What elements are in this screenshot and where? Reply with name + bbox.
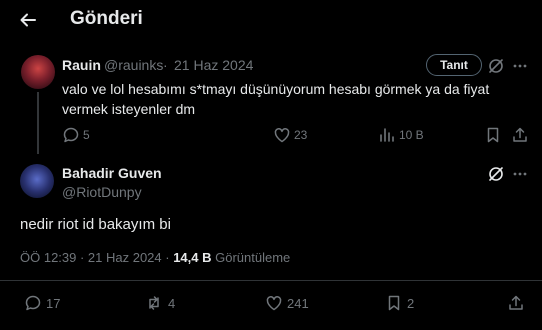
like-icon[interactable] — [265, 294, 283, 312]
views-count: 10 B — [399, 128, 424, 142]
post-text-line-1: valo ve lol hesabımı s*tmayı düşünüyorum… — [62, 81, 490, 97]
page-title: Gönderi — [70, 8, 143, 29]
back-arrow-icon[interactable] — [18, 10, 38, 30]
author-handle[interactable]: @rauinks — [104, 57, 163, 73]
thread-connector-line — [37, 92, 39, 154]
author-handle[interactable]: @RiotDunpy — [62, 184, 142, 200]
like-count: 23 — [294, 128, 308, 142]
grok-icon[interactable] — [487, 57, 505, 75]
bookmark-icon[interactable] — [385, 294, 403, 312]
view-label: Görüntüleme — [211, 250, 291, 265]
view-count: 14,4 B — [173, 250, 212, 265]
grok-icon[interactable] — [487, 165, 505, 183]
reply-count: 17 — [46, 296, 61, 311]
post-timestamp-line: ÖÖ 12:39 · 21 Haz 2024 · 14,4 B Görüntül… — [20, 250, 290, 265]
reply-icon[interactable] — [24, 294, 42, 312]
bookmark-count: 2 — [407, 296, 415, 311]
meta-separator: · — [163, 57, 168, 73]
repost-icon[interactable] — [145, 294, 163, 312]
author-name[interactable]: Rauin — [62, 57, 101, 73]
top-bar: Gönderi — [0, 0, 542, 40]
more-options-icon[interactable] — [511, 165, 529, 183]
post-text-line-2: vermek isteyenler dm — [62, 101, 196, 117]
post-date[interactable]: 21 Haz 2024 — [174, 57, 253, 73]
more-options-icon[interactable] — [511, 57, 529, 75]
promote-button[interactable]: Tanıt — [426, 54, 482, 76]
reply-count: 5 — [83, 128, 90, 142]
share-icon[interactable] — [511, 126, 529, 144]
reply-icon[interactable] — [62, 126, 80, 144]
avatar[interactable] — [20, 164, 54, 198]
share-icon[interactable] — [507, 294, 525, 312]
like-icon[interactable] — [273, 126, 291, 144]
views-icon[interactable] — [378, 126, 396, 144]
bookmark-icon[interactable] — [484, 126, 502, 144]
avatar[interactable] — [21, 55, 55, 89]
like-count: 241 — [287, 296, 309, 311]
repost-count: 4 — [168, 296, 176, 311]
author-name[interactable]: Bahadir Guven — [62, 165, 162, 181]
divider — [0, 280, 542, 281]
post-text: nedir riot id bakayım bi — [20, 216, 171, 233]
post-time[interactable]: ÖÖ 12:39 · 21 Haz 2024 · — [20, 250, 173, 265]
